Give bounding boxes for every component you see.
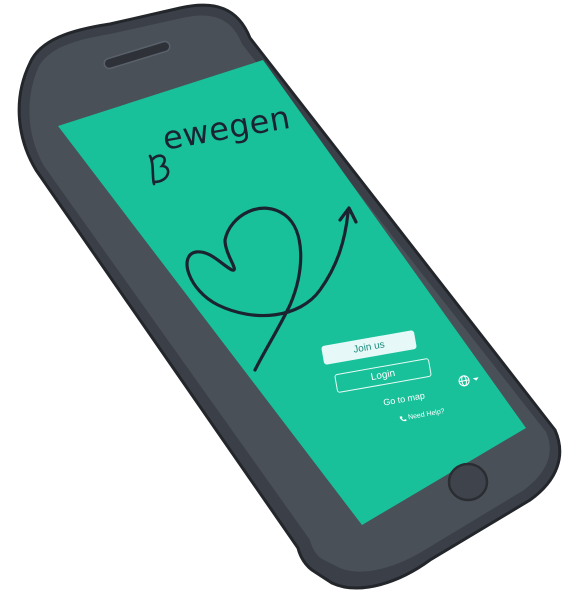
phone-icon [399, 416, 407, 422]
device-mockup: ewegen Join us Login Go to map Need Help… [0, 0, 567, 599]
globe-icon [458, 375, 470, 387]
chevron-down-icon [472, 376, 480, 381]
home-button [447, 462, 489, 502]
phone-frame [17, 3, 562, 590]
